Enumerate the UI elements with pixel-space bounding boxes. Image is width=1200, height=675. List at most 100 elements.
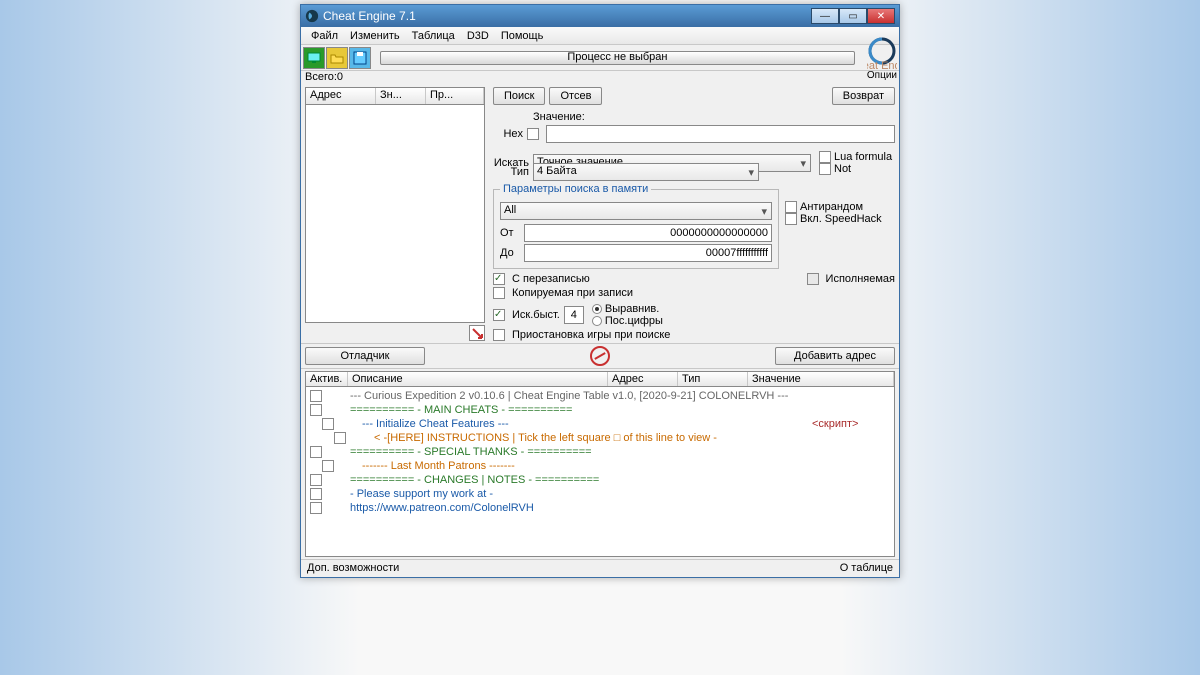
col-active[interactable]: Актив.: [306, 372, 348, 386]
menu-d3d[interactable]: D3D: [461, 30, 495, 42]
row-description: --- Curious Expedition 2 v0.10.6 | Cheat…: [350, 390, 810, 402]
filter-button[interactable]: Отсев: [549, 87, 602, 105]
cheat-table-header[interactable]: Актив. Описание Адрес Тип Значение: [305, 371, 895, 387]
cow-label: Копируемая при записи: [512, 287, 633, 299]
table-row[interactable]: ------- Last Month Patrons -------: [308, 459, 892, 473]
results-header[interactable]: Адрес Зн... Пр...: [305, 87, 485, 105]
row-checkbox[interactable]: [334, 432, 346, 444]
col-value[interactable]: Зн...: [376, 88, 426, 104]
menu-edit[interactable]: Изменить: [344, 30, 406, 42]
row-checkbox[interactable]: [310, 404, 322, 416]
row-checkbox[interactable]: [310, 474, 322, 486]
status-right[interactable]: О таблице: [840, 562, 893, 575]
pause-label: Приостановка игры при поиске: [512, 329, 670, 341]
row-description: ------- Last Month Patrons -------: [350, 460, 810, 472]
row-checkbox[interactable]: [322, 460, 334, 472]
table-row[interactable]: ========== - CHANGES | NOTES - =========…: [308, 473, 892, 487]
valtype-select[interactable]: 4 Байта: [533, 163, 759, 181]
region-select[interactable]: All: [500, 202, 772, 220]
align-label: Выравнив.: [605, 303, 659, 315]
fastscan-checkbox[interactable]: [493, 309, 505, 321]
col-addr[interactable]: Адрес: [608, 372, 678, 386]
options-link[interactable]: Опции: [867, 70, 897, 81]
cow-checkbox[interactable]: [493, 287, 505, 299]
table-row[interactable]: ========== - MAIN CHEATS - ==========: [308, 403, 892, 417]
col-address[interactable]: Адрес: [306, 88, 376, 104]
cheat-table-body[interactable]: --- Curious Expedition 2 v0.10.6 | Cheat…: [305, 387, 895, 557]
monitor-icon: [307, 51, 321, 65]
col-type[interactable]: Тип: [678, 372, 748, 386]
speedhack-checkbox[interactable]: [785, 213, 797, 225]
close-button[interactable]: ✕: [867, 8, 895, 24]
fastscan-label: Иск.быст.: [512, 309, 560, 321]
hex-checkbox[interactable]: [527, 128, 539, 140]
open-process-button[interactable]: [303, 47, 325, 69]
to-label: До: [500, 247, 520, 259]
table-row[interactable]: --- Curious Expedition 2 v0.10.6 | Cheat…: [308, 389, 892, 403]
writable-checkbox[interactable]: [493, 273, 505, 285]
diskette-icon: [353, 51, 367, 65]
menu-table[interactable]: Таблица: [406, 30, 461, 42]
lua-label: Lua formula: [834, 151, 892, 163]
value-input[interactable]: [546, 125, 895, 143]
save-button[interactable]: [349, 47, 371, 69]
from-label: От: [500, 227, 520, 239]
pause-checkbox[interactable]: [493, 329, 505, 341]
status-left[interactable]: Доп. возможности: [307, 562, 399, 575]
titlebar[interactable]: Cheat Engine 7.1 — ▭ ✕: [301, 5, 899, 27]
no-entry-icon[interactable]: [590, 346, 610, 366]
row-checkbox[interactable]: [310, 446, 322, 458]
open-file-button[interactable]: [326, 47, 348, 69]
lua-checkbox[interactable]: [819, 151, 831, 163]
hex-label: Hex: [493, 128, 523, 140]
row-description: - Please support my work at -: [350, 488, 810, 500]
row-description: ========== - SPECIAL THANKS - ==========: [350, 446, 810, 458]
row-description: https://www.patreon.com/ColonelRVH: [350, 502, 810, 514]
fastscan-input[interactable]: [564, 306, 584, 324]
expand-results-icon[interactable]: [469, 325, 485, 341]
align-radio[interactable]: [592, 304, 602, 314]
minimize-button[interactable]: —: [811, 8, 839, 24]
valtype-label: Тип: [493, 166, 529, 178]
table-row[interactable]: - Please support my work at -: [308, 487, 892, 501]
revert-button[interactable]: Возврат: [832, 87, 895, 105]
table-row[interactable]: --- Initialize Cheat Features ---<скрипт…: [308, 417, 892, 431]
total-row: Всего: 0: [301, 71, 899, 85]
maximize-button[interactable]: ▭: [839, 8, 867, 24]
antirandom-checkbox[interactable]: [785, 201, 797, 213]
menubar: Файл Изменить Таблица D3D Помощь: [301, 27, 899, 45]
executable-checkbox[interactable]: [807, 273, 819, 285]
col-previous[interactable]: Пр...: [426, 88, 484, 104]
menu-help[interactable]: Помощь: [495, 30, 550, 42]
table-row[interactable]: ========== - SPECIAL THANKS - ==========: [308, 445, 892, 459]
table-row[interactable]: < -[HERE] INSTRUCTIONS | Tick the left s…: [308, 431, 892, 445]
row-value: <скрипт>: [812, 418, 892, 430]
row-checkbox[interactable]: [310, 390, 322, 402]
svg-text:Cheat Engine: Cheat Engine: [867, 60, 897, 70]
ce-logo-icon[interactable]: Cheat Engine: [867, 34, 897, 70]
col-desc[interactable]: Описание: [348, 372, 608, 386]
row-checkbox[interactable]: [310, 502, 322, 514]
speedhack-label: Вкл. SpeedHack: [800, 213, 882, 225]
total-value: 0: [337, 71, 343, 83]
toolbar: Процесс не выбран Cheat Engine Опции: [301, 45, 899, 71]
group-title: Параметры поиска в памяти: [500, 183, 651, 195]
table-row[interactable]: https://www.patreon.com/ColonelRVH: [308, 501, 892, 515]
results-list[interactable]: [305, 105, 485, 323]
app-icon: [305, 9, 319, 23]
window-title: Cheat Engine 7.1: [323, 9, 811, 23]
row-checkbox[interactable]: [310, 488, 322, 500]
to-input[interactable]: [524, 244, 772, 262]
writable-label: С перезаписью: [512, 273, 590, 285]
col-value[interactable]: Значение: [748, 372, 894, 386]
antirandom-label: Антирандом: [800, 201, 863, 213]
search-button[interactable]: Поиск: [493, 87, 545, 105]
total-label: Всего:: [305, 71, 337, 83]
row-checkbox[interactable]: [322, 418, 334, 430]
debugger-button[interactable]: Отладчик: [305, 347, 425, 365]
from-input[interactable]: [524, 224, 772, 242]
menu-file[interactable]: Файл: [305, 30, 344, 42]
add-address-button[interactable]: Добавить адрес: [775, 347, 895, 365]
lastdigits-label: Пос.цифры: [605, 315, 663, 327]
lastdigits-radio[interactable]: [592, 316, 602, 326]
